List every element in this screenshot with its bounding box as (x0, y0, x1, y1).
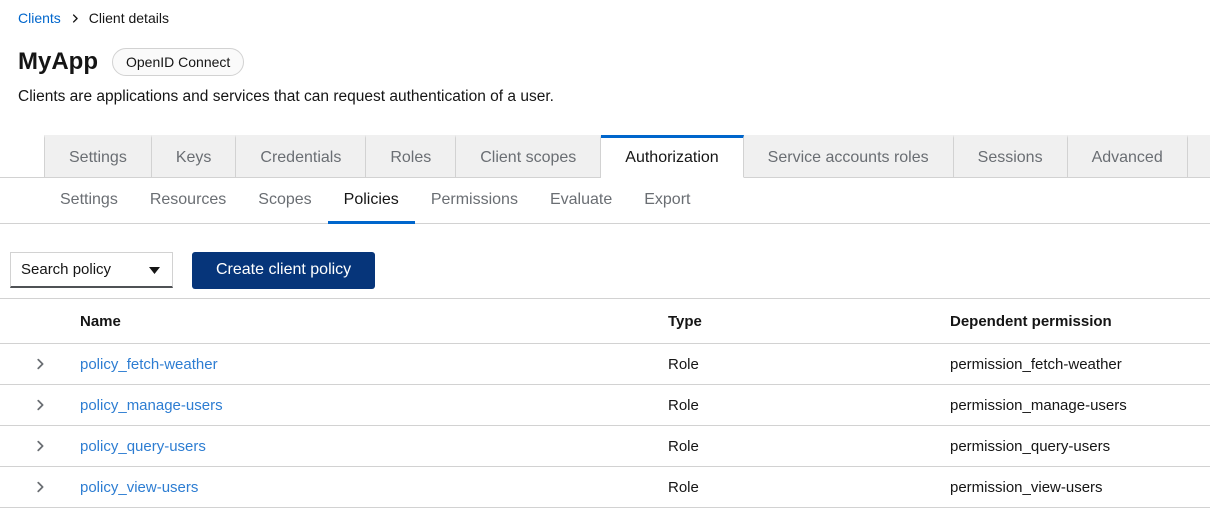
policy-type-cell: Role (668, 385, 950, 426)
subtab-permissions[interactable]: Permissions (415, 178, 534, 224)
tab-settings[interactable]: Settings (44, 135, 152, 178)
policies-table-body: policy_fetch-weatherRolepermission_fetch… (0, 344, 1210, 508)
column-header-type: Type (668, 299, 950, 344)
subtab-evaluate[interactable]: Evaluate (534, 178, 628, 224)
search-policy-dropdown-label: Search policy (21, 261, 111, 278)
policy-name-link[interactable]: policy_fetch-weather (80, 356, 218, 373)
chevron-right-icon[interactable] (28, 393, 52, 417)
chevron-right-icon[interactable] (28, 434, 52, 458)
page-description: Clients are applications and services th… (0, 76, 1210, 106)
subtab-policies[interactable]: Policies (328, 178, 415, 224)
breadcrumb-current: Client details (89, 10, 169, 26)
expander-cell (0, 344, 80, 385)
subtab-scopes[interactable]: Scopes (242, 178, 327, 224)
table-header-row: Name Type Dependent permission (0, 299, 1210, 344)
policies-toolbar: Search policy Create client policy (0, 224, 1210, 298)
search-policy-dropdown[interactable]: Search policy (10, 252, 173, 288)
table-row: policy_fetch-weather Rolepermission_fetch… (0, 344, 1210, 385)
table-row: policy_manage-users Rolepermission_manage… (0, 385, 1210, 426)
tab-roles[interactable]: Roles (366, 135, 456, 178)
page-title: MyApp (18, 49, 98, 75)
create-client-policy-button[interactable]: Create client policy (192, 252, 375, 289)
policy-name-cell: policy_view-users (80, 467, 668, 508)
tab-events[interactable]: Events (1188, 135, 1210, 178)
chevron-right-icon[interactable] (28, 352, 52, 376)
policy-name-link[interactable]: policy_query-users (80, 438, 206, 455)
tab-service-accounts-roles[interactable]: Service accounts roles (744, 135, 954, 178)
subtab-settings[interactable]: Settings (44, 178, 134, 224)
policy-name-link[interactable]: policy_view-users (80, 479, 198, 496)
tab-authorization[interactable]: Authorization (601, 135, 743, 178)
policy-type-cell: Role (668, 344, 950, 385)
table-row: policy_query-users Rolepermission_query-u… (0, 426, 1210, 467)
subtab-resources[interactable]: Resources (134, 178, 242, 224)
column-header-name: Name (80, 299, 668, 344)
chevron-right-icon (71, 13, 79, 24)
subtab-export[interactable]: Export (628, 178, 706, 224)
policy-type-cell: Role (668, 467, 950, 508)
policy-name-cell: policy_fetch-weather (80, 344, 668, 385)
expander-cell (0, 385, 80, 426)
main-tabs: SettingsKeysCredentialsRolesClient scope… (0, 135, 1210, 178)
dependent-permission-cell: permission_view-users (950, 467, 1210, 508)
breadcrumb-link-clients[interactable]: Clients (18, 10, 61, 26)
chevron-right-icon[interactable] (28, 475, 52, 499)
tab-sessions[interactable]: Sessions (954, 135, 1068, 178)
dependent-permission-cell: permission_query-users (950, 426, 1210, 467)
expander-column-header (0, 299, 80, 344)
dependent-permission-cell: permission_manage-users (950, 385, 1210, 426)
tab-credentials[interactable]: Credentials (236, 135, 366, 178)
client-type-badge: OpenID Connect (112, 48, 244, 76)
authorization-subtabs: SettingsResourcesScopesPoliciesPermissio… (0, 178, 1210, 224)
policy-type-cell: Role (668, 426, 950, 467)
policy-name-cell: policy_query-users (80, 426, 668, 467)
tab-client-scopes[interactable]: Client scopes (456, 135, 601, 178)
policy-name-cell: policy_manage-users (80, 385, 668, 426)
dependent-permission-cell: permission_fetch-weather (950, 344, 1210, 385)
tab-advanced[interactable]: Advanced (1068, 135, 1188, 178)
expander-cell (0, 467, 80, 508)
policy-name-link[interactable]: policy_manage-users (80, 397, 223, 414)
tab-keys[interactable]: Keys (152, 135, 237, 178)
policies-table: Name Type Dependent permission policy_fe… (0, 298, 1210, 508)
breadcrumb: Clients Client details (0, 0, 1210, 26)
table-row: policy_view-users Rolepermission_view-use… (0, 467, 1210, 508)
caret-down-icon (149, 261, 160, 278)
column-header-dependent-permission: Dependent permission (950, 299, 1210, 344)
expander-cell (0, 426, 80, 467)
